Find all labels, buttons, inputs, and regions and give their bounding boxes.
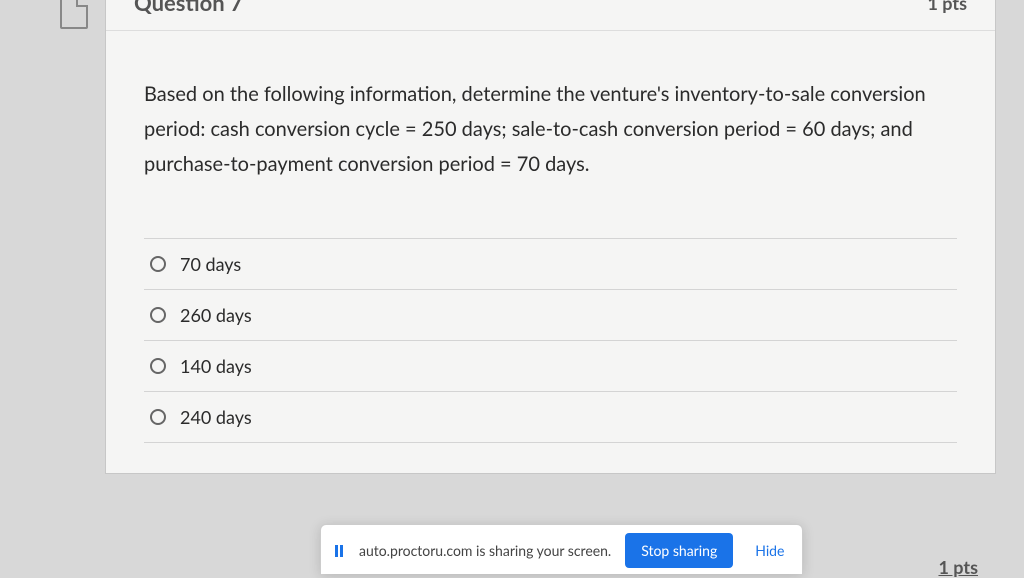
screen-share-bar: auto.proctoru.com is sharing your screen… bbox=[320, 524, 803, 574]
option-label: 140 days bbox=[180, 355, 252, 377]
option-260-days[interactable]: 260 days bbox=[144, 290, 957, 341]
option-70-days[interactable]: 70 days bbox=[144, 239, 957, 290]
question-header: Question 7 1 pts bbox=[106, 0, 995, 31]
option-label: 240 days bbox=[180, 406, 252, 428]
question-body: Based on the following information, dete… bbox=[106, 31, 995, 473]
option-240-days[interactable]: 240 days bbox=[144, 392, 957, 443]
question-text: Based on the following information, dete… bbox=[144, 77, 957, 182]
option-label: 260 days bbox=[180, 304, 252, 326]
options-list: 70 days 260 days 140 days 240 days bbox=[144, 238, 957, 443]
radio-icon bbox=[150, 256, 166, 272]
radio-icon bbox=[150, 409, 166, 425]
hide-button[interactable]: Hide bbox=[747, 538, 792, 563]
share-message: auto.proctoru.com is sharing your screen… bbox=[359, 542, 611, 559]
page-icon bbox=[60, 0, 88, 29]
option-label: 70 days bbox=[180, 253, 241, 275]
radio-icon bbox=[150, 307, 166, 323]
radio-icon bbox=[150, 358, 166, 374]
option-140-days[interactable]: 140 days bbox=[144, 341, 957, 392]
question-title: Question 7 bbox=[134, 0, 243, 16]
pause-icon bbox=[335, 545, 343, 557]
question-panel: Question 7 1 pts Based on the following … bbox=[105, 0, 996, 474]
stop-sharing-button[interactable]: Stop sharing bbox=[625, 533, 733, 568]
next-question-points: 1 pts bbox=[938, 556, 978, 578]
question-points: 1 pts bbox=[927, 0, 967, 14]
